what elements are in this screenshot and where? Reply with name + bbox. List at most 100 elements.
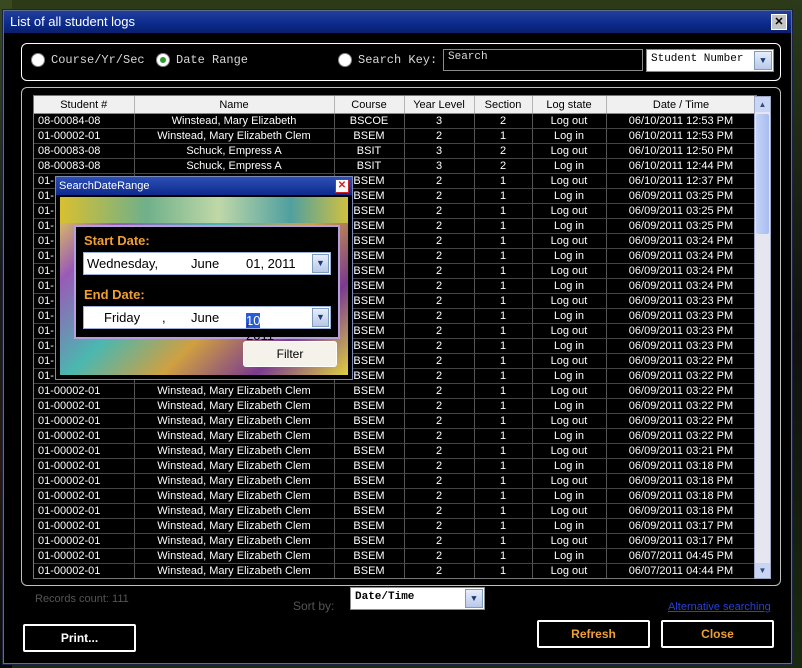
refresh-button[interactable]: Refresh <box>537 620 650 648</box>
table-cell: 06/09/2011 03:22 PM <box>606 383 756 399</box>
vertical-scrollbar[interactable]: ▲ ▼ <box>754 96 771 579</box>
close-button[interactable]: Close <box>661 620 774 648</box>
dialog-close-icon[interactable]: ✕ <box>335 179 349 193</box>
table-cell: 06/09/2011 03:18 PM <box>606 503 756 519</box>
table-cell: Winstead, Mary Elizabeth Clem <box>134 398 335 414</box>
table-row[interactable]: 01-00002-01 Winstead, Mary Elizabeth Clem… <box>34 563 756 578</box>
radio-date-range-dot[interactable] <box>156 53 170 67</box>
table-cell: 06/07/2011 04:45 PM <box>606 548 756 564</box>
print-button[interactable]: Print... <box>23 624 136 652</box>
table-cell: 06/09/2011 03:25 PM <box>606 188 756 204</box>
table-row[interactable]: 01-00002-01 Winstead, Mary Elizabeth Clem… <box>34 503 756 519</box>
table-cell: 1 <box>474 173 533 189</box>
table-cell: 2 <box>404 488 475 504</box>
scroll-up-icon[interactable]: ▲ <box>755 97 770 112</box>
scroll-down-icon[interactable]: ▼ <box>755 563 770 578</box>
table-cell: 06/09/2011 03:23 PM <box>606 308 756 324</box>
table-cell: 2 <box>404 173 475 189</box>
table-cell: BSEM <box>334 533 405 549</box>
table-cell: Winstead, Mary Elizabeth Clem <box>134 128 335 144</box>
table-cell: Winstead, Mary Elizabeth Clem <box>134 503 335 519</box>
table-row[interactable]: 01-00002-01 Winstead, Mary Elizabeth Clem… <box>34 383 756 399</box>
table-row[interactable]: 01-00002-01 Winstead, Mary Elizabeth Clem… <box>34 458 756 474</box>
table-cell: 06/10/2011 12:37 PM <box>606 173 756 189</box>
table-cell: 1 <box>474 218 533 234</box>
dialog-title: SearchDateRange <box>59 180 150 192</box>
radio-search-key[interactable]: Search Key: <box>338 53 437 67</box>
radio-date-range-label: Date Range <box>176 53 249 67</box>
chevron-down-icon[interactable]: ▼ <box>465 589 483 608</box>
table-row[interactable]: 01-00002-01 Winstead, Mary Elizabeth Clem… <box>34 488 756 504</box>
table-cell: 1 <box>474 563 533 578</box>
table-cell: Log in <box>532 218 607 234</box>
table-cell: 08-00083-08 <box>34 158 135 174</box>
search-input[interactable]: Search <box>443 49 643 71</box>
table-cell: 2 <box>404 278 475 294</box>
column-header[interactable]: Course <box>334 96 405 114</box>
start-date-picker[interactable]: Wednesday, June 01, 2011 ▼ <box>83 252 331 275</box>
column-header[interactable]: Student # <box>34 96 135 114</box>
table-cell: Log in <box>532 488 607 504</box>
table-cell: Winstead, Mary Elizabeth Clem <box>134 518 335 534</box>
table-cell: Log in <box>532 128 607 144</box>
filter-button[interactable]: Filter <box>243 341 337 367</box>
radio-search-key-dot[interactable] <box>338 53 352 67</box>
table-cell: Log out <box>532 143 607 159</box>
table-cell: 1 <box>474 338 533 354</box>
end-date-picker[interactable]: Friday , June 10, 2011 ▼ <box>83 306 331 343</box>
table-cell: 01-00002-01 <box>34 533 135 549</box>
column-header[interactable]: Log state <box>532 96 607 114</box>
table-cell: BSEM <box>334 398 405 414</box>
chevron-down-icon[interactable]: ▼ <box>754 51 772 70</box>
table-row[interactable]: 08-00083-08 Schuck, Empress A BSIT 3 2 Log ou… <box>34 143 756 159</box>
table-cell: Winstead, Mary Elizabeth Clem <box>134 443 335 459</box>
table-cell: BSIT <box>334 158 405 174</box>
table-cell: Log out <box>532 473 607 489</box>
sort-by-label: Sort by: <box>293 599 335 613</box>
table-cell: 1 <box>474 128 533 144</box>
search-field-select[interactable]: Student Number ▼ <box>646 49 774 72</box>
table-row[interactable]: 01-00002-01 Winstead, Mary Elizabeth Clem… <box>34 533 756 549</box>
calendar-dropdown-icon[interactable]: ▼ <box>312 254 329 273</box>
table-row[interactable]: 01-00002-01 Winstead, Mary Elizabeth Clem… <box>34 548 756 564</box>
table-cell: Log out <box>532 203 607 219</box>
table-cell: Winstead, Mary Elizabeth <box>134 113 335 129</box>
column-header[interactable]: Date / Time <box>606 96 756 114</box>
table-row[interactable]: 01-00002-01 Winstead, Mary Elizabeth Clem… <box>34 398 756 414</box>
alternative-searching-link[interactable]: Alternative searching <box>668 601 771 613</box>
table-cell: Log out <box>532 293 607 309</box>
table-cell: 06/10/2011 12:53 PM <box>606 128 756 144</box>
radio-course-dot[interactable] <box>31 53 45 67</box>
table-cell: 06/09/2011 03:17 PM <box>606 533 756 549</box>
table-cell: Winstead, Mary Elizabeth Clem <box>134 473 335 489</box>
radio-date-range[interactable]: Date Range <box>156 53 248 67</box>
radio-course[interactable]: Course/Yr/Sec <box>31 53 145 67</box>
window-close-icon[interactable]: ✕ <box>771 14 787 30</box>
table-cell: 06/09/2011 03:17 PM <box>606 518 756 534</box>
calendar-dropdown-icon[interactable]: ▼ <box>312 308 329 327</box>
table-row[interactable]: 01-00002-01 Winstead, Mary Elizabeth Clem… <box>34 518 756 534</box>
scrollbar-thumb[interactable] <box>756 114 769 234</box>
sort-by-select[interactable]: Date/Time ▼ <box>350 587 485 610</box>
table-row[interactable]: 01-00002-01 Winstead, Mary Elizabeth Clem… <box>34 473 756 489</box>
table-cell: 06/10/2011 12:53 PM <box>606 113 756 129</box>
table-row[interactable]: 01-00002-01 Winstead, Mary Elizabeth Clem… <box>34 428 756 444</box>
column-header[interactable]: Name <box>134 96 335 114</box>
table-cell: 2 <box>404 308 475 324</box>
table-cell: Log in <box>532 428 607 444</box>
table-row[interactable]: 08-00084-08 Winstead, Mary Elizabeth BSCOE… <box>34 113 756 129</box>
table-row[interactable]: 01-00002-01 Winstead, Mary Elizabeth Clem… <box>34 128 756 144</box>
column-header[interactable]: Year Level <box>404 96 475 114</box>
column-header[interactable]: Section <box>474 96 533 114</box>
table-row[interactable]: 01-00002-01 Winstead, Mary Elizabeth Clem… <box>34 443 756 459</box>
table-row[interactable]: 01-00002-01 Winstead, Mary Elizabeth Clem… <box>34 413 756 429</box>
table-cell: 06/10/2011 12:44 PM <box>606 158 756 174</box>
table-row[interactable]: 08-00083-08 Schuck, Empress A BSIT 3 2 Log in… <box>34 158 756 174</box>
table-cell: 2 <box>404 338 475 354</box>
table-cell: 2 <box>404 473 475 489</box>
table-cell: 06/09/2011 03:22 PM <box>606 368 756 384</box>
search-date-range-dialog: SearchDateRange ✕ Start Date: Wednesday,… <box>55 176 353 380</box>
table-cell: BSEM <box>334 128 405 144</box>
table-cell: 2 <box>474 143 533 159</box>
dialog-decorative-band <box>60 197 348 223</box>
